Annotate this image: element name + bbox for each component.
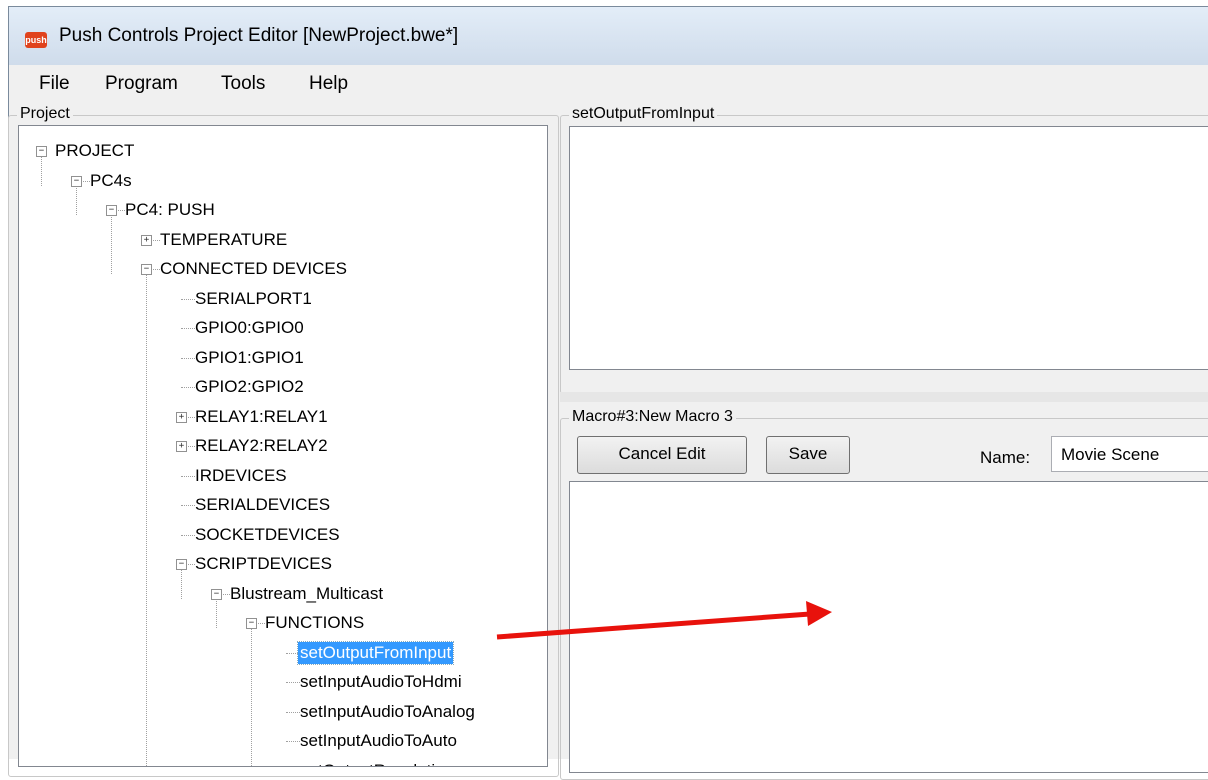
macro-steps-area[interactable] <box>569 481 1208 773</box>
expand-icon[interactable]: + <box>141 234 152 246</box>
tree-node-label: GPIO0:GPIO0 <box>195 318 304 337</box>
app-logo-icon: push <box>25 32 47 48</box>
collapse-icon[interactable]: − <box>176 559 187 570</box>
tree-node[interactable]: PC4: PUSH <box>123 197 217 223</box>
collapse-icon[interactable]: − <box>106 205 117 216</box>
tree-node-label: RELAY1:RELAY1 <box>195 406 328 426</box>
tree-guide-line <box>216 598 217 628</box>
collapse-icon[interactable]: − <box>141 264 152 275</box>
project-panel-title: Project <box>17 105 73 123</box>
tree-node-label: PROJECT <box>55 141 135 160</box>
window-title: Push Controls Project Editor [NewProject… <box>59 25 459 46</box>
expand-icon[interactable]: + <box>176 411 187 423</box>
tree-node[interactable]: GPIO2:GPIO2 <box>193 374 306 400</box>
tree-node[interactable]: GPIO1:GPIO1 <box>193 345 306 371</box>
macro-name-field[interactable]: Movie Scene <box>1051 436 1208 472</box>
tree-guide-line <box>41 156 42 186</box>
tree-node[interactable]: SERIALDEVICES <box>193 492 332 518</box>
menu-help[interactable]: Help <box>309 73 348 95</box>
tree-guide-line <box>111 215 112 274</box>
tree-node[interactable]: SOCKETDEVICES <box>193 522 342 548</box>
tree-node-label: PC4: PUSH <box>125 200 215 219</box>
tree-node[interactable]: PC4s <box>88 168 134 194</box>
menu-program[interactable]: Program <box>105 73 178 95</box>
tree-node[interactable]: RELAY2:RELAY2 <box>193 433 330 459</box>
expand-icon[interactable]: + <box>176 441 187 452</box>
collapse-icon[interactable]: − <box>246 618 257 629</box>
function-detail-area[interactable] <box>569 126 1208 370</box>
tree-node[interactable]: SERIALPORT1 <box>193 286 314 312</box>
tree-node-label: setInputAudioToHdmi <box>300 672 462 691</box>
tree-node-label: CONNECTED DEVICES <box>160 259 348 278</box>
tree-node-label: TEMPERATURE <box>160 229 288 249</box>
save-button[interactable]: Save <box>766 436 850 474</box>
tree-node[interactable]: SCRIPTDEVICES <box>193 551 334 577</box>
collapse-icon[interactable]: − <box>36 146 47 157</box>
tree-node-label: RELAY2:RELAY2 <box>195 436 328 455</box>
tree-node-label: GPIO1:GPIO1 <box>195 347 304 367</box>
tree-guide-line <box>181 569 182 599</box>
collapse-icon[interactable]: − <box>71 175 82 187</box>
tree-guide-line <box>146 274 147 766</box>
tree-node[interactable]: IRDEVICES <box>193 463 289 489</box>
menu-file[interactable]: File <box>39 73 70 95</box>
cancel-edit-button[interactable]: Cancel Edit <box>577 436 747 474</box>
project-tree[interactable]: − PROJECT − PC4s − PC4: PUSH + TEMPERATURE − CONN… <box>18 125 548 767</box>
tree-node[interactable]: setOutputFromInput <box>296 640 455 666</box>
collapse-icon[interactable]: − <box>211 588 222 600</box>
tree-node[interactable]: RELAY1:RELAY1 <box>193 404 330 430</box>
tree-node[interactable]: Blustream_Multicast <box>228 581 385 607</box>
tree-node-label: setInputAudioToAuto <box>300 731 457 750</box>
tree-node-label: SERIALDEVICES <box>195 495 331 514</box>
function-panel-title: setOutputFromInput <box>569 105 718 123</box>
tree-node-label: SERIALPORT1 <box>195 288 312 308</box>
menu-tools[interactable]: Tools <box>221 73 265 95</box>
tree-node[interactable]: FUNCTIONS <box>263 610 366 636</box>
tree-node[interactable]: GPIO0:GPIO0 <box>193 315 306 341</box>
title-bar: push Push Controls Project Editor [NewPr… <box>9 7 1208 65</box>
tree-node-label: FUNCTIONS <box>265 613 365 632</box>
tree-node-label-selected: setOutputFromInput <box>296 640 455 665</box>
tree-node-label: setInputAudioToAnalog <box>300 701 475 721</box>
tree-node-label: setOutputResolution <box>298 760 456 767</box>
tree-node[interactable]: TEMPERATURE <box>158 227 289 253</box>
tree-node[interactable]: setInputAudioToAnalog <box>298 699 477 725</box>
tree-node[interactable]: setOutputResolution <box>298 758 456 767</box>
tree-node-label: Blustream_Multicast <box>230 583 384 603</box>
macro-panel-title: Macro#3:New Macro 3 <box>569 408 736 426</box>
menu-bar: File Program Tools Help <box>9 65 1208 103</box>
tree-node[interactable]: CONNECTED DEVICES <box>158 256 349 282</box>
name-label: Name: <box>980 448 1031 467</box>
tree-node-label: IRDEVICES <box>195 465 287 485</box>
tree-node-label: PC4s <box>90 170 132 190</box>
tree-node-label: GPIO2:GPIO2 <box>195 377 304 396</box>
panel-splitter[interactable] <box>560 392 1208 402</box>
tree-node[interactable]: PROJECT <box>53 138 136 164</box>
tree-node-label: SOCKETDEVICES <box>195 524 340 544</box>
tree-node[interactable]: setInputAudioToAuto <box>298 728 459 754</box>
tree-node[interactable]: setInputAudioToHdmi <box>298 669 464 695</box>
tree-guide-line <box>251 628 252 766</box>
tree-guide-line <box>76 185 77 215</box>
tree-node-label: SCRIPTDEVICES <box>195 554 332 573</box>
